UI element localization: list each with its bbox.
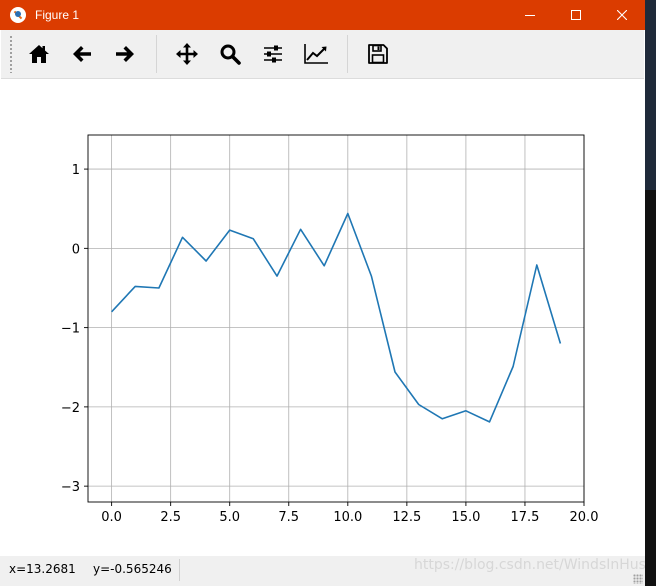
x-tick-label: 7.5 — [278, 510, 299, 525]
edit-axis-button[interactable] — [296, 34, 336, 74]
x-tick-label: 15.0 — [451, 510, 480, 525]
close-button[interactable] — [599, 0, 645, 30]
x-tick-label: 12.5 — [392, 510, 421, 525]
maximize-button[interactable] — [553, 0, 599, 30]
zoom-button[interactable] — [210, 34, 250, 74]
figure-window: Figure 1 0.0 2.5 5.0 7.5 10.0 12.5 15.0 … — [0, 0, 654, 586]
y-tick-label: −1 — [61, 322, 80, 337]
figure-canvas[interactable]: 0.0 2.5 5.0 7.5 10.0 12.5 15.0 17.5 20.0 1 0 −1 −2 −3 — [1, 79, 644, 555]
y-tick-label: −3 — [61, 480, 80, 495]
home-button[interactable] — [19, 34, 59, 74]
cursor-y-readout: y=-0.565246 — [93, 562, 172, 576]
forward-button[interactable] — [105, 34, 145, 74]
back-button[interactable] — [62, 34, 102, 74]
x-tick-label: 17.5 — [510, 510, 539, 525]
status-bar: x=13.2681 y=-0.565246 https://blog.csdn.… — [0, 556, 654, 586]
line-chart: 0.0 2.5 5.0 7.5 10.0 12.5 15.0 17.5 20.0 1 0 −1 −2 −3 — [61, 134, 599, 525]
y-tick-label: 1 — [72, 163, 80, 178]
save-button[interactable] — [358, 34, 398, 74]
x-tick-label: 5.0 — [219, 510, 240, 525]
cursor-x-readout: x=13.2681 — [9, 562, 76, 576]
window-controls — [507, 0, 645, 30]
configure-subplots-button[interactable] — [253, 34, 293, 74]
arrow-right-icon — [116, 46, 134, 62]
title-bar[interactable]: Figure 1 — [0, 0, 645, 30]
status-separator — [179, 559, 180, 581]
axes-frame — [87, 134, 585, 503]
resize-grip[interactable] — [633, 574, 643, 584]
line-chart-icon — [304, 44, 328, 64]
x-tick-label: 0.0 — [101, 510, 122, 525]
watermark-text: https://blog.csdn.net/WindsInHusk — [414, 557, 655, 573]
minimize-icon — [525, 15, 535, 16]
minimize-button[interactable] — [507, 0, 553, 30]
x-tick-label: 20.0 — [570, 510, 599, 525]
y-tick-label: −2 — [61, 401, 80, 416]
background-desktop — [645, 0, 656, 586]
close-icon — [617, 10, 627, 20]
maximize-icon — [571, 10, 581, 20]
magnifier-icon — [220, 44, 241, 65]
series-line — [111, 212, 562, 423]
x-tick-label: 10.0 — [333, 510, 362, 525]
y-tick-label: 0 — [72, 242, 80, 257]
sliders-icon — [264, 45, 282, 63]
home-icon — [29, 45, 49, 63]
window-title: Figure 1 — [35, 8, 80, 22]
navigation-toolbar — [1, 30, 644, 79]
toolbar-grip[interactable] — [9, 35, 13, 73]
toolbar-separator — [347, 35, 348, 73]
floppy-disk-icon — [368, 44, 388, 64]
toolbar-separator — [156, 35, 157, 73]
pan-button[interactable] — [167, 34, 207, 74]
x-tick-label: 2.5 — [160, 510, 181, 525]
move-icon — [176, 43, 198, 65]
app-icon — [10, 7, 26, 23]
arrow-left-icon — [73, 46, 91, 62]
